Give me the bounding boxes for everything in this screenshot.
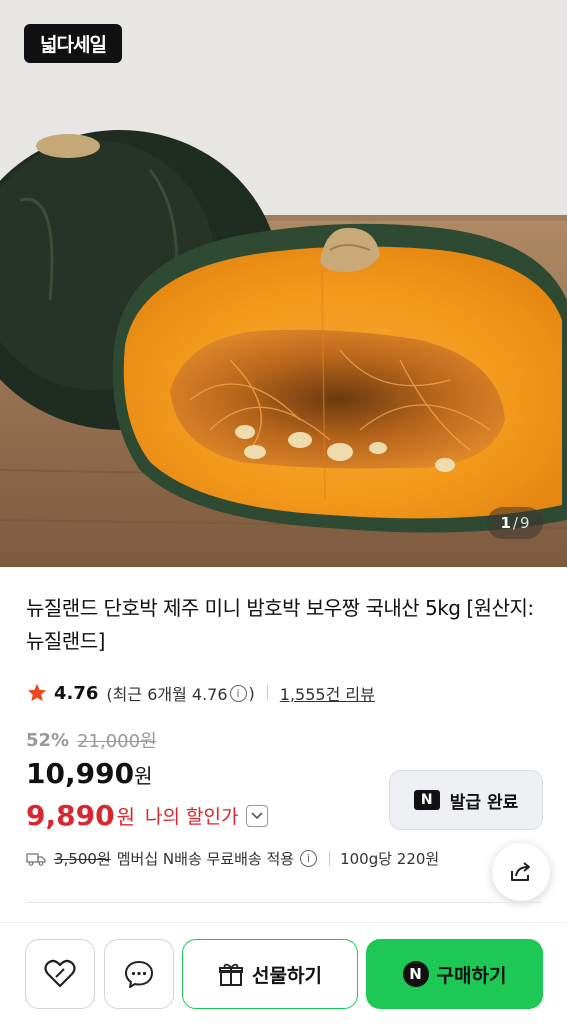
naver-n-icon: N [413, 790, 440, 810]
section-divider [26, 902, 541, 903]
image-counter-separator: / [512, 514, 518, 532]
rating-score: 4.76 [54, 682, 99, 704]
original-price: 21,000원 [77, 731, 157, 752]
shipping-note: 멤버십 N배송 무료배송 적용 [116, 850, 295, 868]
buy-button[interactable]: N 구매하기 [366, 939, 543, 1009]
my-price-label: 나의 할인가 [144, 806, 239, 828]
heart-icon [44, 959, 76, 988]
info-icon[interactable]: i [300, 850, 318, 867]
gift-label: 선물하기 [252, 964, 322, 987]
star-icon [27, 683, 47, 702]
my-discount-price[interactable]: 9,890 원 나의 할인가 [26, 799, 269, 832]
truck-icon [26, 852, 46, 866]
sale-price-unit: 원 [134, 764, 153, 788]
sale-badge: 넓다세일 [24, 24, 122, 63]
sale-price-amount: 10,990 [26, 757, 135, 790]
recent-rating: (최근 6개월 4.76 [106, 685, 228, 704]
chevron-down-icon[interactable] [246, 804, 269, 827]
info-icon[interactable]: i [229, 684, 247, 702]
share-icon [511, 862, 530, 881]
image-counter-total: 9 [519, 514, 530, 532]
image-counter-current: 1 [500, 514, 511, 532]
coupon-issued-button[interactable]: N 발급 완료 [389, 770, 543, 830]
buy-label: 구매하기 [436, 964, 507, 987]
bottom-action-bar: 선물하기 N 구매하기 [0, 922, 567, 1024]
sale-price: 10,990원 [26, 757, 152, 790]
gift-icon [219, 963, 244, 986]
unit-price: 100g당 220원 [340, 850, 440, 868]
coupon-label: 발급 완료 [449, 792, 519, 813]
review-count-link[interactable]: 1,555건 리뷰 [280, 681, 375, 705]
my-price-unit: 원 [116, 805, 135, 829]
product-image[interactable]: 넓다세일 1 / 9 [0, 0, 567, 567]
wishlist-button[interactable] [25, 939, 95, 1009]
shipping-fee: 3,500원 [54, 850, 111, 868]
divider [329, 851, 331, 866]
product-title: 뉴질랜드 단호박 제주 미니 밤호박 보우짱 국내산 5kg [원산지:뉴질랜드… [26, 596, 534, 653]
pumpkin-illustration [0, 0, 567, 567]
share-button[interactable] [492, 843, 550, 901]
shipping-info: 3,500원 멤버십 N배송 무료배송 적용 i 100g당 220원 [26, 848, 439, 869]
divider [266, 685, 268, 701]
my-price-amount: 9,890 [26, 799, 115, 832]
recent-rating-close: ) [248, 683, 255, 703]
naver-n-icon: N [402, 961, 429, 987]
image-counter: 1 / 9 [487, 507, 543, 539]
discount-row: 52% 21,000원 [26, 727, 157, 753]
talk-button[interactable] [104, 939, 174, 1009]
gift-button[interactable]: 선물하기 [182, 939, 358, 1009]
discount-rate: 52% [26, 729, 70, 751]
rating-row: 4.76 (최근 6개월 4.76 i ) 1,555건 리뷰 [26, 680, 375, 706]
chat-bubble-icon [125, 961, 153, 988]
